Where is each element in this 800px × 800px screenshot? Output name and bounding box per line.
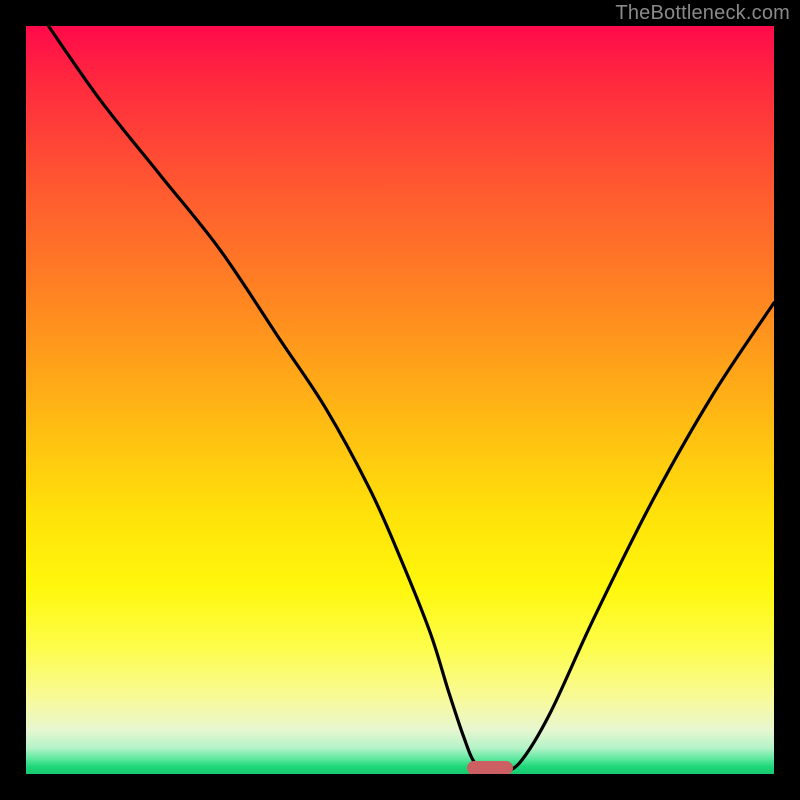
bottleneck-marker: [467, 761, 513, 774]
plot-area: [26, 26, 774, 774]
chart-frame: TheBottleneck.com: [0, 0, 800, 800]
watermark-text: TheBottleneck.com: [615, 2, 790, 25]
bottleneck-curve: [26, 26, 774, 774]
